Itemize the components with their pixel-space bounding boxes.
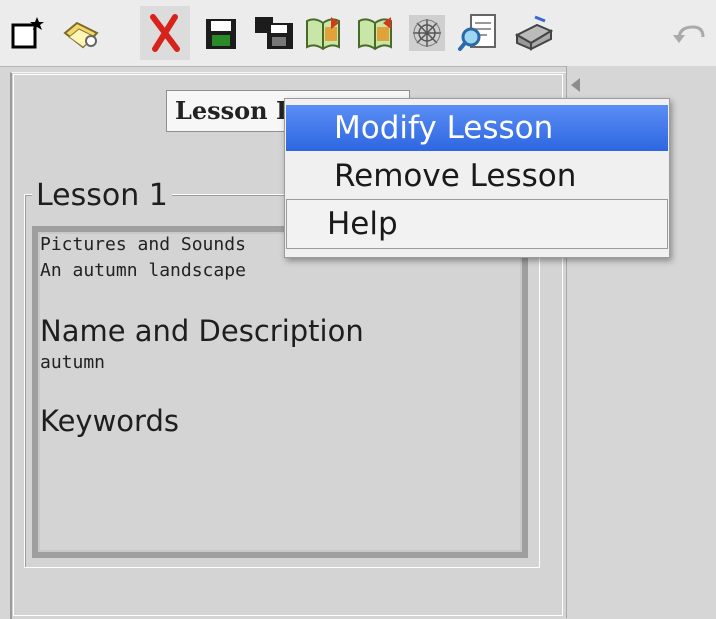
print-button[interactable]: [508, 6, 558, 60]
collapse-arrow-icon[interactable]: [571, 78, 580, 92]
menu-item-help[interactable]: Help: [286, 199, 668, 249]
undo-button[interactable]: [662, 6, 712, 60]
new-document-button[interactable]: [4, 6, 54, 60]
delete-button[interactable]: [140, 6, 190, 60]
save-as-disk-icon: [255, 17, 293, 49]
save-button[interactable]: [196, 6, 246, 60]
export-book-icon: [358, 17, 392, 51]
undo-icon: [673, 25, 705, 43]
keywords-heading: Keywords: [40, 404, 179, 438]
web-button[interactable]: [402, 6, 452, 60]
context-menu: Modify Lesson Remove Lesson Help: [284, 98, 670, 258]
lesson-line-1: Pictures and Sounds: [40, 234, 246, 255]
lesson-title: Lesson 1: [32, 178, 172, 214]
menu-item-remove-lesson[interactable]: Remove Lesson: [286, 153, 668, 199]
search-document-icon: [458, 14, 496, 51]
name-description-heading: Name and Description: [40, 314, 364, 348]
delete-x-icon: [150, 14, 180, 52]
web-icon: [409, 15, 445, 51]
export-button[interactable]: [350, 6, 400, 60]
open-folder-icon: [63, 21, 99, 49]
new-document-icon: [11, 17, 44, 49]
import-button[interactable]: [298, 6, 348, 60]
lesson-line-2: An autumn landscape: [40, 260, 246, 281]
printer-icon: [514, 15, 554, 51]
save-disk-icon: [206, 19, 236, 49]
find-button[interactable]: [454, 6, 504, 60]
menu-item-modify-lesson[interactable]: Modify Lesson: [286, 105, 668, 151]
toolbar: [0, 0, 716, 67]
open-button[interactable]: [56, 6, 106, 60]
name-value: autumn: [40, 352, 106, 373]
save-as-button[interactable]: [248, 6, 298, 60]
import-book-icon: [306, 17, 340, 51]
